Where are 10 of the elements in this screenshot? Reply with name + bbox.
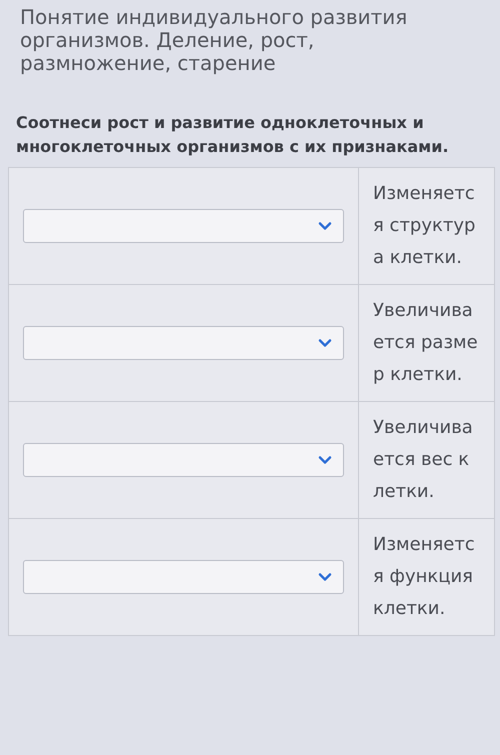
answer-text: Изменяется функция клетки. [373,533,476,621]
answer-text: Изменяется структура клетки. [373,182,476,270]
lesson-title: Понятие индивидуального развития организмов. Деление, рост, размножение, старение [19,6,408,75]
answer-dropdown[interactable] [23,560,344,594]
question-text: Соотнеси рост и развитие одноклеточных и многоклеточных организмов с их признаками. [15,112,450,158]
answer-dropdown[interactable] [23,209,344,243]
answer-text: Увеличивается вес клетки. [373,416,474,504]
answer-dropdown[interactable] [23,443,344,477]
answer-text: Увеличивается размер клетки. [373,299,479,387]
answer-dropdown[interactable] [23,326,344,360]
